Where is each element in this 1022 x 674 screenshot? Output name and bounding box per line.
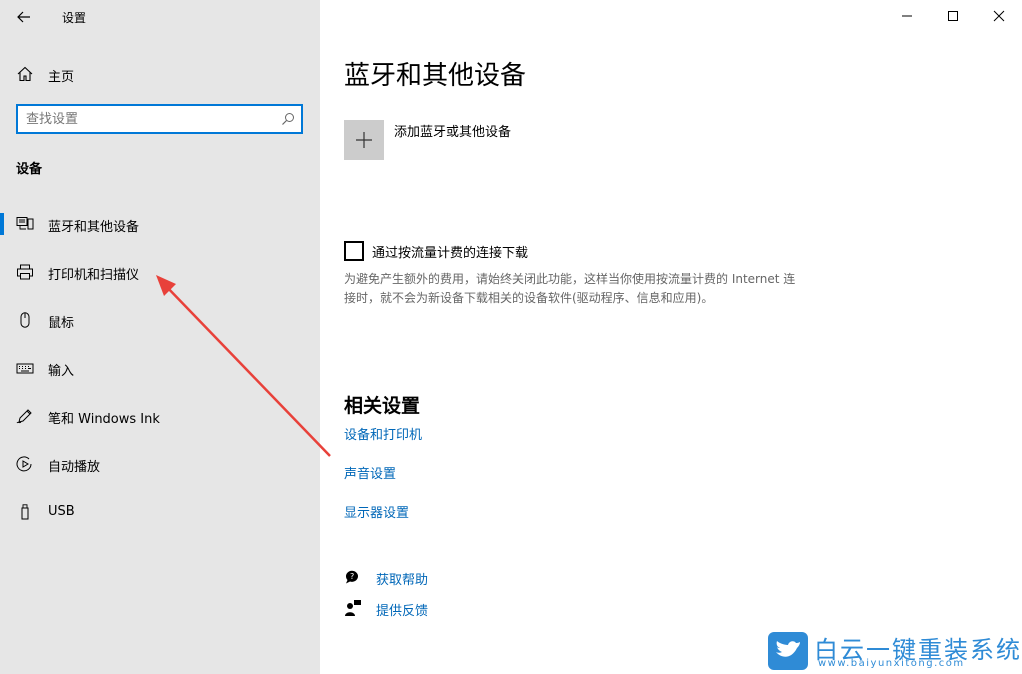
app-title: 设置 [62,11,87,25]
mouse-icon [20,312,30,328]
watermark-url: www.baiyunxitong.com [818,658,965,669]
sidebar: 设置 主页 设备 蓝牙和其他设备 打印机和扫描仪 [0,0,320,674]
title-bar: 设置 [0,0,320,32]
devices-printers-link[interactable]: 设备和打印机 [344,424,422,443]
feedback-label: 提供反馈 [376,604,429,619]
maximize-button[interactable] [930,0,976,32]
bluetooth-devices-icon [16,217,34,230]
watermark: 白云一键重装系统 www.baiyunxitong.com [768,630,1020,672]
home-nav-item[interactable]: 主页 [0,60,320,88]
sidebar-item-label: 输入 [48,364,75,379]
close-icon [993,10,1005,22]
search-input[interactable] [26,110,276,128]
back-arrow-icon [17,11,30,23]
selection-indicator [0,213,4,235]
keyboard-icon [16,363,34,374]
sidebar-item-autoplay[interactable]: 自动播放 [0,446,320,482]
sidebar-item-usb[interactable]: USB [0,494,320,530]
related-settings-heading: 相关设置 [344,395,421,417]
sidebar-item-mouse[interactable]: 鼠标 [0,302,320,338]
page-title: 蓝牙和其他设备 [344,61,527,91]
close-button[interactable] [976,0,1022,32]
sound-settings-link[interactable]: 声音设置 [344,463,396,482]
pen-icon [16,409,32,424]
sidebar-item-label: 鼠标 [48,316,75,331]
plus-icon [356,132,372,148]
sidebar-item-label: 自动播放 [48,460,101,475]
usb-icon [21,504,29,520]
sidebar-item-label: USB [48,504,75,519]
help-chat-icon: ? [345,570,358,584]
sidebar-item-pen[interactable]: 笔和 Windows Ink [0,398,320,434]
home-label: 主页 [48,70,75,85]
get-help-label: 获取帮助 [376,573,429,588]
feedback-person-icon [345,600,361,616]
sidebar-item-bluetooth[interactable]: 蓝牙和其他设备 [0,206,320,242]
metered-download-label[interactable]: 通过按流量计费的连接下载 [372,242,528,261]
search-icon[interactable] [281,112,295,126]
minimize-icon [902,15,912,17]
bird-logo-icon [768,632,808,670]
sidebar-item-typing[interactable]: 输入 [0,350,320,386]
metered-download-checkbox[interactable] [344,241,364,261]
minimize-button[interactable] [884,0,930,32]
autoplay-icon [16,456,32,472]
add-device-button[interactable] [344,120,384,160]
maximize-icon [948,11,958,21]
sidebar-item-label: 笔和 Windows Ink [48,412,160,427]
sidebar-item-printers[interactable]: 打印机和扫描仪 [0,254,320,290]
home-icon [17,66,33,82]
search-box[interactable] [16,104,303,134]
sidebar-item-label: 打印机和扫描仪 [48,268,140,283]
main-content: 蓝牙和其他设备 添加蓝牙或其他设备 通过按流量计费的连接下载 为避免产生额外的费… [320,0,1022,674]
section-heading-devices: 设备 [16,162,43,177]
sidebar-item-label: 蓝牙和其他设备 [48,220,140,235]
svg-text:?: ? [350,572,354,581]
printer-icon [17,264,33,280]
metered-description: 为避免产生额外的费用，请始终关闭此功能，这样当你使用按流量计费的 Interne… [344,272,796,305]
back-button[interactable] [10,6,38,28]
add-device-label[interactable]: 添加蓝牙或其他设备 [394,121,511,140]
display-settings-link[interactable]: 显示器设置 [344,502,409,521]
